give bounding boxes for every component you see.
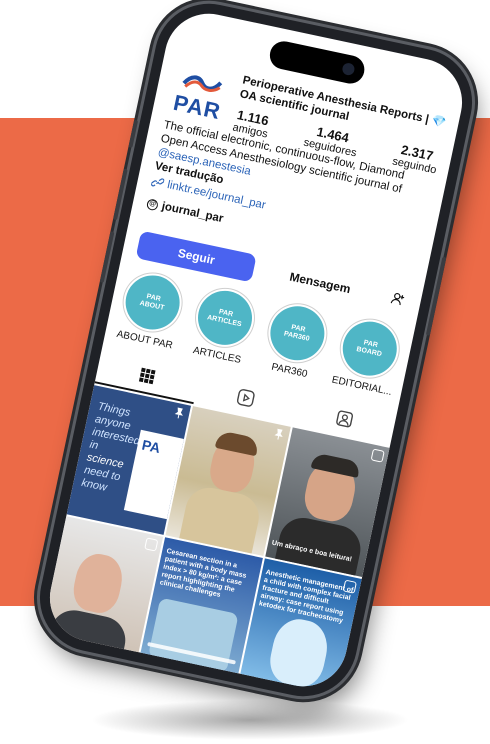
highlight-about[interactable]: PAR ABOUT ABOUT PAR — [112, 269, 189, 352]
tagged-icon — [335, 410, 353, 428]
journal-logo: PA — [140, 436, 162, 457]
highlight-label: ABOUT PAR — [115, 328, 174, 352]
highlight-cover: PAR PAR360 — [265, 301, 330, 366]
person-face — [69, 550, 127, 617]
cover-bottom: PAR360 — [283, 330, 311, 343]
highlight-editorial[interactable]: PAR BOARD EDITORIAL... — [329, 316, 406, 399]
highlight-cover: PAR ARTICLES — [192, 285, 258, 350]
highlight-label: ARTICLES — [192, 345, 242, 366]
highlight-articles[interactable]: PAR ARTICLES ARTICLES — [185, 285, 262, 368]
link-icon — [150, 178, 165, 187]
pin-icon — [274, 428, 283, 440]
reel-icon — [144, 537, 159, 552]
add-user-button[interactable] — [383, 285, 410, 313]
skull-xray-image — [265, 614, 332, 691]
cover-bottom: BOARD — [355, 345, 383, 359]
dynamic-island — [267, 38, 367, 87]
pin-icon — [175, 407, 184, 419]
highlight-label: PAR360 — [270, 361, 309, 381]
highlight-cover: PAR BOARD — [337, 316, 402, 381]
threads-handle: journal_par — [160, 200, 225, 226]
highlight-label: EDITORIAL... — [330, 374, 393, 398]
highlight-par360[interactable]: PAR PAR360 PAR360 — [257, 300, 334, 383]
camera-icon — [341, 61, 356, 77]
grid-icon — [139, 367, 156, 385]
person-body — [45, 605, 130, 666]
add-user-icon — [390, 292, 404, 305]
post-caption: Cesarean section in a patient with a bod… — [159, 547, 248, 599]
reel-icon — [370, 448, 385, 463]
reel-icon — [342, 579, 357, 594]
reels-icon — [236, 389, 255, 407]
threads-icon: @ — [146, 197, 160, 211]
phone-shadow — [90, 700, 410, 740]
post-caption: Anesthetic management of a child with co… — [258, 568, 354, 625]
cover-bottom: ABOUT — [138, 299, 165, 312]
highlight-cover: PAR ABOUT — [120, 270, 185, 335]
